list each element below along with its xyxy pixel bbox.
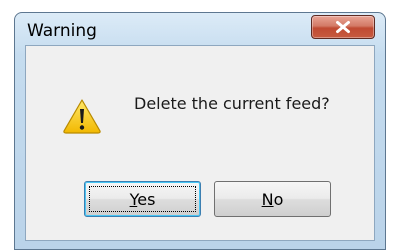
no-accelerator: N xyxy=(261,190,274,209)
yes-button[interactable]: Yes xyxy=(84,181,201,217)
title-bar[interactable]: Warning xyxy=(15,13,385,44)
warning-dialog-window: Warning Delete the current feed? Yes No xyxy=(14,12,386,250)
no-label-rest: o xyxy=(273,190,284,209)
yes-label-rest: es xyxy=(137,190,156,209)
warning-icon xyxy=(63,99,101,134)
no-button[interactable]: No xyxy=(214,181,331,217)
dialog-body: Delete the current feed? Yes No xyxy=(25,45,375,241)
window-title: Warning xyxy=(27,21,97,41)
close-icon xyxy=(336,20,350,34)
close-button[interactable] xyxy=(311,15,375,39)
no-button-label: No xyxy=(215,190,330,209)
dialog-message: Delete the current feed? xyxy=(134,94,330,113)
yes-button-label: Yes xyxy=(85,190,200,209)
